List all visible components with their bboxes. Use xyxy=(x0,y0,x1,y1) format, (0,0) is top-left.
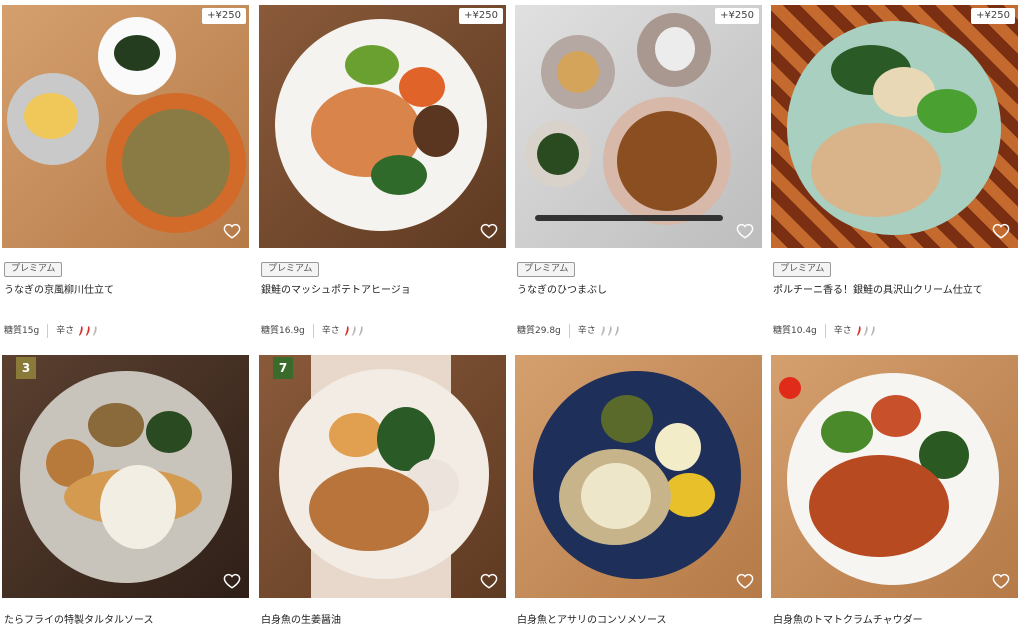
heart-outline-icon[interactable] xyxy=(223,222,241,240)
price-badge: +¥250 xyxy=(202,8,246,24)
spice-label: 辛さ xyxy=(56,325,75,336)
spice-level xyxy=(600,325,621,337)
chili-pepper-icon xyxy=(870,326,875,336)
spice-level xyxy=(78,325,99,337)
product-title[interactable]: うなぎのひつまぶし xyxy=(517,284,607,297)
product-card[interactable]: 白身魚とアサリのコンソメソース xyxy=(515,355,762,626)
product-meta: 糖質29.8g 辛さ xyxy=(517,324,621,338)
premium-tag: プレミアム xyxy=(261,262,320,277)
chili-pepper-icon xyxy=(607,326,612,336)
chili-pepper-icon xyxy=(614,326,619,336)
premium-tag: プレミアム xyxy=(4,262,63,277)
heart-outline-icon[interactable] xyxy=(480,222,498,240)
product-image[interactable] xyxy=(771,355,1018,598)
chili-pepper-icon xyxy=(351,326,356,336)
product-title[interactable]: 銀鮭のマッシュポテトアヒージョ xyxy=(261,284,411,297)
divider xyxy=(824,324,826,338)
premium-tag: プレミアム xyxy=(773,262,832,277)
spice-level xyxy=(856,325,877,337)
divider xyxy=(568,324,570,338)
rank-badge: 7 xyxy=(273,357,293,379)
product-title[interactable]: 白身魚とアサリのコンソメソース xyxy=(517,614,667,627)
heart-outline-icon[interactable] xyxy=(992,572,1010,590)
heart-outline-icon[interactable] xyxy=(223,572,241,590)
chili-pepper-icon xyxy=(93,326,97,336)
chili-pepper-icon xyxy=(344,326,349,336)
product-image[interactable]: +¥250 xyxy=(259,5,506,248)
chili-pepper-icon xyxy=(86,326,90,336)
product-image[interactable]: +¥250 xyxy=(2,5,249,248)
sugar-amount: 糖質29.8g xyxy=(517,325,561,336)
product-title[interactable]: ポルチーニ香る！銀鮭の具沢山クリーム仕立て xyxy=(773,284,983,297)
product-card[interactable]: +¥250 プレミアム うなぎの京風柳川仕立て 糖質15g 辛さ xyxy=(2,5,249,338)
product-card[interactable]: +¥250 プレミアム うなぎのひつまぶし 糖質29.8g 辛さ xyxy=(515,5,762,338)
heart-outline-icon[interactable] xyxy=(736,572,754,590)
product-image[interactable] xyxy=(515,355,762,598)
product-meta: 糖質15g 辛さ xyxy=(4,324,99,338)
product-image[interactable]: +¥250 xyxy=(771,5,1018,248)
chili-pepper-icon xyxy=(600,326,605,336)
sugar-amount: 糖質10.4g xyxy=(773,325,817,336)
chili-pepper-icon xyxy=(863,326,868,336)
product-title[interactable]: 白身魚のトマトクラムチャウダー xyxy=(773,614,923,627)
price-badge: +¥250 xyxy=(459,8,503,24)
chili-pepper-icon xyxy=(856,326,861,336)
heart-outline-icon[interactable] xyxy=(992,222,1010,240)
sugar-amount: 糖質15g xyxy=(4,325,40,336)
heart-outline-icon[interactable] xyxy=(736,222,754,240)
divider xyxy=(47,324,49,338)
spice-label: 辛さ xyxy=(833,325,852,336)
product-image[interactable]: 3 xyxy=(2,355,249,598)
premium-tag: プレミアム xyxy=(517,262,576,277)
rank-badge: 3 xyxy=(16,357,36,379)
product-card[interactable]: +¥250 プレミアム 銀鮭のマッシュポテトアヒージョ 糖質16.9g 辛さ xyxy=(259,5,506,338)
spice-label: 辛さ xyxy=(577,325,596,336)
product-card[interactable]: +¥250 プレミアム ポルチーニ香る！銀鮭の具沢山クリーム仕立て 糖質10.4… xyxy=(771,5,1018,338)
product-image[interactable]: +¥250 xyxy=(515,5,762,248)
product-card[interactable]: 白身魚のトマトクラムチャウダー xyxy=(771,355,1018,626)
product-title[interactable]: 白身魚の生姜醤油 xyxy=(261,614,341,627)
product-meta: 糖質10.4g 辛さ xyxy=(773,324,877,338)
price-badge: +¥250 xyxy=(715,8,759,24)
product-grid: +¥250 プレミアム うなぎの京風柳川仕立て 糖質15g 辛さ +¥250 プ… xyxy=(0,0,1024,632)
sugar-amount: 糖質16.9g xyxy=(261,325,305,336)
spice-label: 辛さ xyxy=(321,325,340,336)
price-badge: +¥250 xyxy=(971,8,1015,24)
heart-outline-icon[interactable] xyxy=(480,572,498,590)
chili-pepper-icon xyxy=(358,326,363,336)
product-title[interactable]: たらフライの特製タルタルソース xyxy=(4,614,154,627)
product-image[interactable]: 7 xyxy=(259,355,506,598)
product-meta: 糖質16.9g 辛さ xyxy=(261,324,365,338)
spice-level xyxy=(344,325,365,337)
product-card[interactable]: 3 たらフライの特製タルタルソース xyxy=(2,355,249,626)
chili-pepper-icon xyxy=(79,326,83,336)
product-title[interactable]: うなぎの京風柳川仕立て xyxy=(4,284,114,297)
divider xyxy=(312,324,314,338)
product-card[interactable]: 7 白身魚の生姜醤油 xyxy=(259,355,506,626)
